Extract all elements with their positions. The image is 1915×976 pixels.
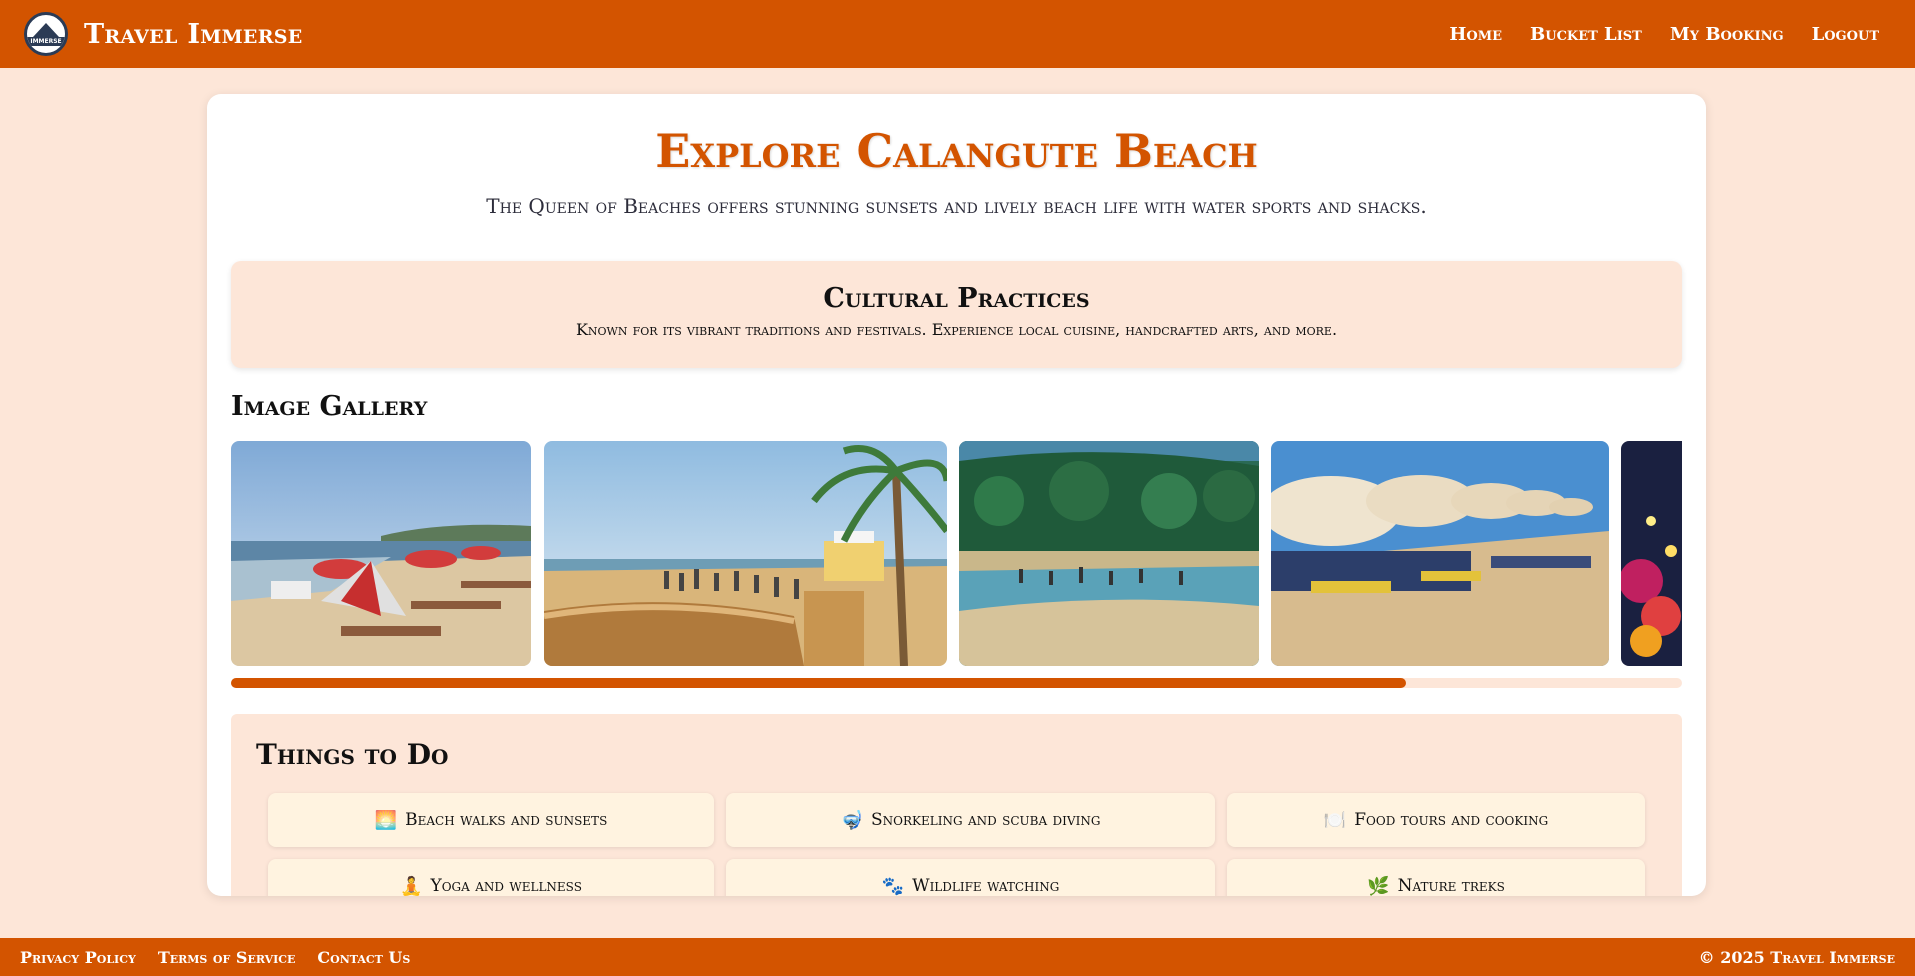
diving-mask-icon: 🤿 xyxy=(840,809,864,831)
gallery-image-4[interactable] xyxy=(1271,441,1609,666)
top-navbar: IMMERSE Travel Immerse Home Bucket List … xyxy=(0,0,1915,68)
page-subtitle: The Queen of Beaches offers stunning sun… xyxy=(486,194,1427,218)
activity-label: Yoga and wellness xyxy=(430,876,582,896)
activity-label: Food tours and cooking xyxy=(1354,810,1549,830)
nav-my-booking[interactable]: My Booking xyxy=(1670,24,1784,45)
cultural-practices-box: Cultural Practices Known for its vibrant… xyxy=(231,261,1682,368)
footer-terms-of-service[interactable]: Terms of Service xyxy=(158,948,296,967)
things-to-do-section: Things to Do 🌅 Beach walks and sunsets 🤿… xyxy=(231,714,1682,896)
footer-contact-us[interactable]: Contact Us xyxy=(317,948,410,967)
gallery-image-5[interactable] xyxy=(1621,441,1682,666)
activity-nature-treks[interactable]: 🌿 Nature treks xyxy=(1227,859,1645,896)
activity-wildlife[interactable]: 🐾 Wildlife watching xyxy=(726,859,1215,896)
gallery-image-2[interactable] xyxy=(544,441,947,666)
activity-label: Snorkeling and scuba diving xyxy=(871,810,1101,830)
gallery-image-3[interactable] xyxy=(959,441,1259,666)
page-title: Explore Calangute Beach xyxy=(655,124,1258,178)
brand-name: Travel Immerse xyxy=(84,18,303,50)
cultural-practices-heading: Cultural Practices xyxy=(823,283,1090,314)
footer-privacy-policy[interactable]: Privacy Policy xyxy=(20,948,136,967)
activity-label: Wildlife watching xyxy=(912,876,1060,896)
footer: Privacy Policy Terms of Service Contact … xyxy=(0,938,1915,976)
footer-copyright: © 2025 Travel Immerse xyxy=(1698,947,1895,967)
plate-icon: 🍽️ xyxy=(1323,809,1347,831)
activity-label: Beach walks and sunsets xyxy=(405,810,608,830)
sunrise-icon: 🌅 xyxy=(374,809,398,831)
destination-card: Explore Calangute Beach The Queen of Bea… xyxy=(207,94,1706,896)
cultural-practices-text: Known for its vibrant traditions and fes… xyxy=(575,320,1338,339)
activity-snorkeling[interactable]: 🤿 Snorkeling and scuba diving xyxy=(726,793,1215,847)
nav-bucket-list[interactable]: Bucket List xyxy=(1530,24,1642,45)
logo-icon: IMMERSE xyxy=(24,12,68,56)
things-to-do-heading: Things to Do xyxy=(256,738,449,771)
gallery-image-1[interactable] xyxy=(231,441,531,666)
gallery-scrollbar[interactable] xyxy=(231,678,1682,688)
main-nav: Home Bucket List My Booking Logout xyxy=(1449,24,1879,45)
activity-beach-walks[interactable]: 🌅 Beach walks and sunsets xyxy=(268,793,714,847)
activity-label: Nature treks xyxy=(1397,876,1505,896)
activity-food-tours[interactable]: 🍽️ Food tours and cooking xyxy=(1227,793,1645,847)
activity-yoga[interactable]: 🧘 Yoga and wellness xyxy=(268,859,714,896)
gallery-heading: Image Gallery xyxy=(231,391,428,422)
nav-logout[interactable]: Logout xyxy=(1812,24,1879,45)
image-gallery[interactable] xyxy=(231,441,1682,666)
brand[interactable]: IMMERSE Travel Immerse xyxy=(24,12,303,56)
paw-prints-icon: 🐾 xyxy=(881,875,905,897)
yoga-icon: 🧘 xyxy=(400,875,423,897)
nav-home[interactable]: Home xyxy=(1449,24,1502,45)
herb-icon: 🌿 xyxy=(1367,875,1390,897)
footer-links: Privacy Policy Terms of Service Contact … xyxy=(20,948,410,967)
gallery-scrollbar-thumb[interactable] xyxy=(231,678,1407,688)
